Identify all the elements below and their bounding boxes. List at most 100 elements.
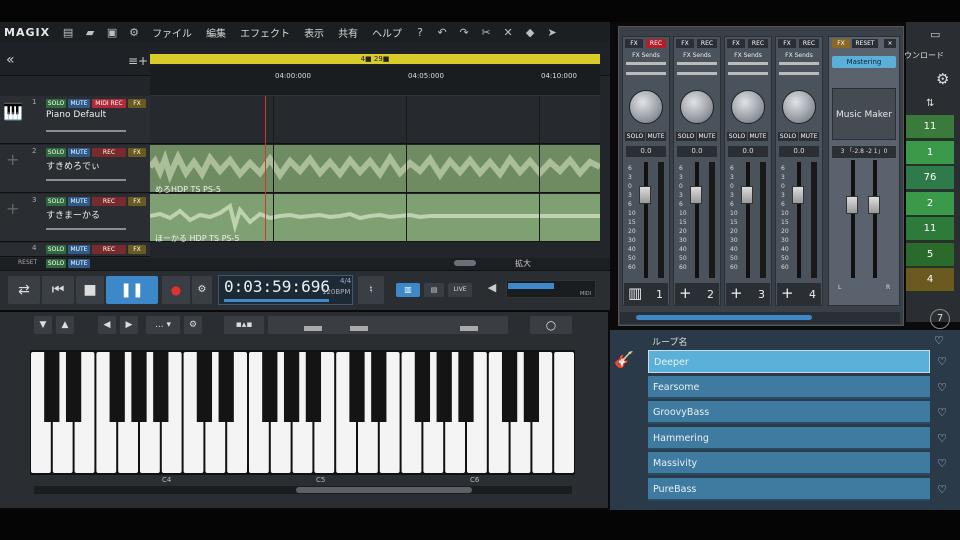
add-plus-icon[interactable]: +	[781, 284, 794, 302]
count-cell[interactable]: 76	[906, 166, 954, 190]
track-name[interactable]: すきまーかる	[46, 208, 100, 221]
track-volume-slider[interactable]	[46, 130, 126, 132]
fx-send-slider[interactable]	[626, 62, 666, 65]
black-key[interactable]	[262, 352, 278, 422]
timeline[interactable]	[150, 66, 600, 96]
black-key[interactable]	[131, 352, 147, 422]
piano-keys[interactable]	[30, 350, 575, 475]
mixer-scroll-thumb[interactable]	[636, 315, 812, 320]
black-key[interactable]	[414, 352, 431, 422]
track-name[interactable]: すきめろでぃ	[46, 159, 100, 172]
black-key[interactable]	[283, 352, 300, 422]
menu-edit[interactable]: 編集	[202, 25, 230, 40]
track-solo-button[interactable]: SOLO	[46, 197, 66, 206]
control-slider[interactable]	[460, 326, 478, 331]
piano-icon[interactable]: ▥	[628, 284, 642, 302]
pan-knob[interactable]	[680, 90, 714, 124]
black-key[interactable]	[523, 352, 540, 422]
count-cell[interactable]: 11	[906, 115, 954, 139]
menu-view[interactable]: 表示	[300, 25, 328, 40]
grid-view-icon[interactable]: ▥	[396, 283, 420, 297]
count-cell[interactable]: 2	[906, 191, 954, 216]
strip-fx-button[interactable]: FX	[727, 39, 745, 48]
favorites-icon[interactable]: ♡	[934, 334, 944, 347]
save-icon[interactable]: ▣	[104, 26, 120, 39]
master-fx-button[interactable]: FX	[832, 39, 850, 48]
add-plus-icon[interactable]: +	[679, 284, 692, 302]
add-track-icon[interactable]: ≡+	[128, 54, 148, 68]
volume-fader[interactable]	[792, 186, 804, 204]
fx-send-slider[interactable]	[677, 62, 717, 65]
help-icon[interactable]: ?	[412, 26, 428, 39]
strip-rec-button[interactable]: REC	[646, 39, 666, 48]
master-fader-l[interactable]	[846, 196, 858, 214]
track-volume-slider[interactable]	[46, 228, 126, 230]
mixer-close-button[interactable]: ×	[884, 39, 896, 48]
rewind-icon[interactable]: ⏮	[42, 276, 74, 304]
count-cell[interactable]: 5	[906, 242, 954, 267]
pause-button[interactable]: ❚❚	[106, 276, 158, 304]
black-key[interactable]	[153, 352, 169, 422]
strip-mute-button[interactable]: MUTE	[799, 132, 819, 141]
strip-rec-button[interactable]: REC	[748, 39, 768, 48]
record-settings-icon[interactable]: ⚙	[192, 276, 212, 304]
track-solo-button[interactable]: SOLO	[46, 99, 66, 108]
black-key[interactable]	[44, 352, 60, 422]
octave-up-icon[interactable]: ▲	[56, 316, 74, 334]
fx-send-slider[interactable]	[728, 72, 768, 75]
sort-icon[interactable]: ⇅	[926, 98, 934, 109]
global-solo-button[interactable]: SOLO	[46, 259, 66, 268]
track-rec-button[interactable]: REC	[92, 148, 126, 157]
volume-fader[interactable]	[639, 186, 651, 204]
record-circle-icon[interactable]: ○	[530, 316, 572, 334]
volume-fader[interactable]	[741, 186, 753, 204]
collapse-icon[interactable]: «	[6, 52, 15, 68]
fx-send-slider[interactable]	[677, 72, 717, 75]
playhead[interactable]	[265, 96, 266, 242]
pan-knob[interactable]	[731, 90, 765, 124]
fx-send-slider[interactable]	[626, 72, 666, 75]
global-mute-button[interactable]: MUTE	[68, 259, 90, 268]
strip-rec-button[interactable]: REC	[799, 39, 819, 48]
favorite-heart-icon[interactable]: ♡	[934, 381, 950, 394]
pan-knob[interactable]	[782, 90, 816, 124]
settings-icon[interactable]: ⚙	[126, 26, 142, 39]
live-button[interactable]: LIVE	[448, 283, 472, 297]
black-key[interactable]	[109, 352, 125, 422]
delete-icon[interactable]: ✕	[500, 26, 516, 39]
pan-knob[interactable]	[629, 90, 663, 124]
new-file-icon[interactable]: ▤	[60, 26, 76, 39]
track-rec-button[interactable]: REC	[92, 245, 126, 254]
undo-icon[interactable]: ↶	[434, 26, 450, 39]
octave-down-icon[interactable]: ▼	[34, 316, 52, 334]
cut-icon[interactable]: ✂	[478, 26, 494, 39]
strip-solo-button[interactable]: SOLO	[676, 132, 696, 141]
zoom-label[interactable]: 拡大	[515, 258, 531, 269]
tool-select-icon[interactable]: ◆	[522, 26, 538, 39]
strip-mute-button[interactable]: MUTE	[646, 132, 666, 141]
list-view-icon[interactable]: ▤	[424, 283, 444, 297]
track-rec-button[interactable]: REC	[92, 197, 126, 206]
count-cell[interactable]: 11	[906, 217, 954, 241]
master-fader-r[interactable]	[868, 196, 880, 214]
strip-fx-button[interactable]: FX	[625, 39, 643, 48]
menu-help[interactable]: ヘルプ	[368, 25, 406, 40]
control-slider[interactable]	[304, 326, 322, 331]
black-key[interactable]	[501, 352, 518, 422]
track-solo-button[interactable]: SOLO	[46, 245, 66, 254]
strip-rec-button[interactable]: REC	[697, 39, 717, 48]
loop-item[interactable]: Hammering	[648, 426, 930, 450]
keyboard-settings-icon[interactable]: ⚙	[184, 316, 202, 334]
track-mute-button[interactable]: MUTE	[68, 245, 90, 254]
strip-solo-button[interactable]: SOLO	[778, 132, 798, 141]
track-name[interactable]: Piano Default	[46, 110, 106, 120]
strip-solo-button[interactable]: SOLO	[727, 132, 747, 141]
prev-icon[interactable]: ◀	[98, 316, 116, 334]
piano-keyboard[interactable]	[30, 350, 575, 475]
menu-share[interactable]: 共有	[334, 25, 362, 40]
loop-item[interactable]: GroovyBass	[648, 401, 930, 424]
loop-item[interactable]: Fearsome	[648, 375, 930, 399]
track-fx-button[interactable]: FX	[128, 148, 146, 157]
track-fx-button[interactable]: FX	[128, 99, 146, 108]
h-scroll-thumb[interactable]	[454, 260, 476, 266]
